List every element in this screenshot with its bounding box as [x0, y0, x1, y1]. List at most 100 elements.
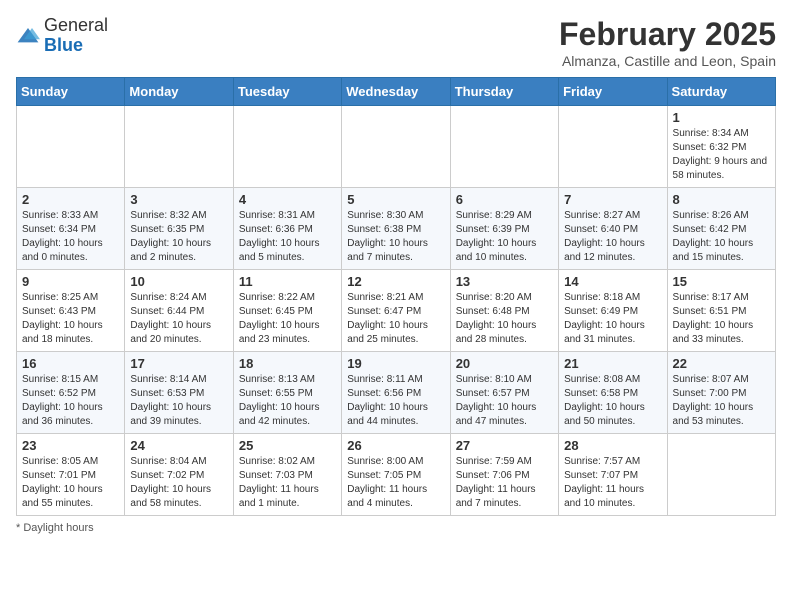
calendar-cell: 20 Sunrise: 8:10 AM Sunset: 6:57 PM Dayli… [450, 352, 558, 434]
calendar-cell: 18 Sunrise: 8:13 AM Sunset: 6:55 PM Dayli… [233, 352, 341, 434]
calendar-cell: 13 Sunrise: 8:20 AM Sunset: 6:48 PM Dayli… [450, 270, 558, 352]
logo-general-text: General [44, 15, 108, 35]
day-number: 8 [673, 192, 770, 207]
day-number: 5 [347, 192, 444, 207]
day-info: Sunrise: 8:18 AM Sunset: 6:49 PM Dayligh… [564, 291, 661, 347]
calendar-cell [125, 106, 233, 188]
day-headers-row: SundayMondayTuesdayWednesdayThursdayFrid… [17, 78, 776, 106]
day-info: Sunrise: 8:25 AM Sunset: 6:43 PM Dayligh… [22, 291, 119, 347]
title-block: February 2025 Almanza, Castille and Leon… [559, 16, 776, 69]
day-info: Sunrise: 8:04 AM Sunset: 7:02 PM Dayligh… [130, 455, 227, 511]
logo-icon [16, 26, 40, 46]
day-number: 11 [239, 274, 336, 289]
footer-note-text: Daylight hours [23, 522, 93, 534]
day-number: 6 [456, 192, 553, 207]
calendar-cell: 26Sunrise: 8:00 AM Sunset: 7:05 PM Dayli… [342, 434, 450, 516]
calendar-cell [667, 434, 775, 516]
calendar-cell [17, 106, 125, 188]
day-number: 19 [347, 356, 444, 371]
day-header-thursday: Thursday [450, 78, 558, 106]
calendar-cell: 8 Sunrise: 8:26 AM Sunset: 6:42 PM Daylig… [667, 188, 775, 270]
day-info: Sunrise: 8:08 AM Sunset: 6:58 PM Dayligh… [564, 373, 661, 429]
day-info: Sunrise: 8:31 AM Sunset: 6:36 PM Dayligh… [239, 209, 336, 265]
calendar-cell: 27 Sunrise: 7:59 AM Sunset: 7:06 PM Dayli… [450, 434, 558, 516]
calendar-cell: 17Sunrise: 8:14 AM Sunset: 6:53 PM Dayli… [125, 352, 233, 434]
calendar-table: SundayMondayTuesdayWednesdayThursdayFrid… [16, 77, 776, 516]
day-info: Sunrise: 8:24 AM Sunset: 6:44 PM Dayligh… [130, 291, 227, 347]
day-number: 28 [564, 438, 661, 453]
calendar-cell [559, 106, 667, 188]
day-info: Sunrise: 8:10 AM Sunset: 6:57 PM Dayligh… [456, 373, 553, 429]
day-info: Sunrise: 8:07 AM Sunset: 7:00 PM Dayligh… [673, 373, 770, 429]
day-number: 16 [22, 356, 119, 371]
day-info: Sunrise: 8:34 AM Sunset: 6:32 PM Dayligh… [673, 127, 770, 183]
day-number: 20 [456, 356, 553, 371]
day-info: Sunrise: 8:02 AM Sunset: 7:03 PM Dayligh… [239, 455, 336, 511]
calendar-cell: 11Sunrise: 8:22 AM Sunset: 6:45 PM Dayli… [233, 270, 341, 352]
header: General Blue February 2025 Almanza, Cast… [16, 16, 776, 69]
calendar-cell: 2 Sunrise: 8:33 AM Sunset: 6:34 PM Daylig… [17, 188, 125, 270]
day-info: Sunrise: 7:59 AM Sunset: 7:06 PM Dayligh… [456, 455, 553, 511]
day-info: Sunrise: 8:05 AM Sunset: 7:01 PM Dayligh… [22, 455, 119, 511]
day-header-wednesday: Wednesday [342, 78, 450, 106]
calendar-cell: 7Sunrise: 8:27 AM Sunset: 6:40 PM Daylig… [559, 188, 667, 270]
calendar-cell [450, 106, 558, 188]
day-info: Sunrise: 8:26 AM Sunset: 6:42 PM Dayligh… [673, 209, 770, 265]
day-info: Sunrise: 7:57 AM Sunset: 7:07 PM Dayligh… [564, 455, 661, 511]
calendar-cell: 25 Sunrise: 8:02 AM Sunset: 7:03 PM Dayli… [233, 434, 341, 516]
day-number: 13 [456, 274, 553, 289]
day-number: 15 [673, 274, 770, 289]
day-info: Sunrise: 8:21 AM Sunset: 6:47 PM Dayligh… [347, 291, 444, 347]
calendar-cell: 9 Sunrise: 8:25 AM Sunset: 6:43 PM Daylig… [17, 270, 125, 352]
day-number: 27 [456, 438, 553, 453]
calendar-week-4: 16 Sunrise: 8:15 AM Sunset: 6:52 PM Dayli… [17, 352, 776, 434]
calendar-week-3: 9 Sunrise: 8:25 AM Sunset: 6:43 PM Daylig… [17, 270, 776, 352]
day-header-sunday: Sunday [17, 78, 125, 106]
day-header-friday: Friday [559, 78, 667, 106]
day-info: Sunrise: 8:30 AM Sunset: 6:38 PM Dayligh… [347, 209, 444, 265]
calendar-week-2: 2 Sunrise: 8:33 AM Sunset: 6:34 PM Daylig… [17, 188, 776, 270]
day-info: Sunrise: 8:17 AM Sunset: 6:51 PM Dayligh… [673, 291, 770, 347]
calendar-cell: 21 Sunrise: 8:08 AM Sunset: 6:58 PM Dayli… [559, 352, 667, 434]
calendar-cell: 16 Sunrise: 8:15 AM Sunset: 6:52 PM Dayli… [17, 352, 125, 434]
day-number: 21 [564, 356, 661, 371]
day-info: Sunrise: 8:15 AM Sunset: 6:52 PM Dayligh… [22, 373, 119, 429]
month-title: February 2025 [559, 16, 776, 53]
day-number: 14 [564, 274, 661, 289]
calendar-cell: 12 Sunrise: 8:21 AM Sunset: 6:47 PM Dayli… [342, 270, 450, 352]
day-number: 10 [130, 274, 227, 289]
day-number: 9 [22, 274, 119, 289]
footer-note: * Daylight hours [16, 522, 776, 534]
calendar-cell: 5 Sunrise: 8:30 AM Sunset: 6:38 PM Daylig… [342, 188, 450, 270]
location-subtitle: Almanza, Castille and Leon, Spain [559, 53, 776, 69]
day-info: Sunrise: 8:13 AM Sunset: 6:55 PM Dayligh… [239, 373, 336, 429]
day-number: 1 [673, 110, 770, 125]
day-info: Sunrise: 8:29 AM Sunset: 6:39 PM Dayligh… [456, 209, 553, 265]
day-header-monday: Monday [125, 78, 233, 106]
day-number: 4 [239, 192, 336, 207]
calendar-week-1: 1 Sunrise: 8:34 AM Sunset: 6:32 PM Daylig… [17, 106, 776, 188]
calendar-cell: 28 Sunrise: 7:57 AM Sunset: 7:07 PM Dayli… [559, 434, 667, 516]
calendar-cell: 14 Sunrise: 8:18 AM Sunset: 6:49 PM Dayli… [559, 270, 667, 352]
day-info: Sunrise: 8:20 AM Sunset: 6:48 PM Dayligh… [456, 291, 553, 347]
calendar-cell: 22 Sunrise: 8:07 AM Sunset: 7:00 PM Dayli… [667, 352, 775, 434]
day-header-saturday: Saturday [667, 78, 775, 106]
day-number: 3 [130, 192, 227, 207]
calendar-cell: 23Sunrise: 8:05 AM Sunset: 7:01 PM Dayli… [17, 434, 125, 516]
day-number: 22 [673, 356, 770, 371]
logo-blue-text: Blue [44, 35, 83, 55]
day-info: Sunrise: 8:33 AM Sunset: 6:34 PM Dayligh… [22, 209, 119, 265]
calendar-cell: 10 Sunrise: 8:24 AM Sunset: 6:44 PM Dayli… [125, 270, 233, 352]
calendar-cell: 3Sunrise: 8:32 AM Sunset: 6:35 PM Daylig… [125, 188, 233, 270]
day-number: 7 [564, 192, 661, 207]
day-number: 26 [347, 438, 444, 453]
day-number: 18 [239, 356, 336, 371]
day-number: 12 [347, 274, 444, 289]
calendar-cell: 15 Sunrise: 8:17 AM Sunset: 6:51 PM Dayli… [667, 270, 775, 352]
logo: General Blue [16, 16, 108, 56]
day-number: 25 [239, 438, 336, 453]
calendar-cell: 6 Sunrise: 8:29 AM Sunset: 6:39 PM Daylig… [450, 188, 558, 270]
day-info: Sunrise: 8:11 AM Sunset: 6:56 PM Dayligh… [347, 373, 444, 429]
calendar-cell [233, 106, 341, 188]
day-number: 2 [22, 192, 119, 207]
